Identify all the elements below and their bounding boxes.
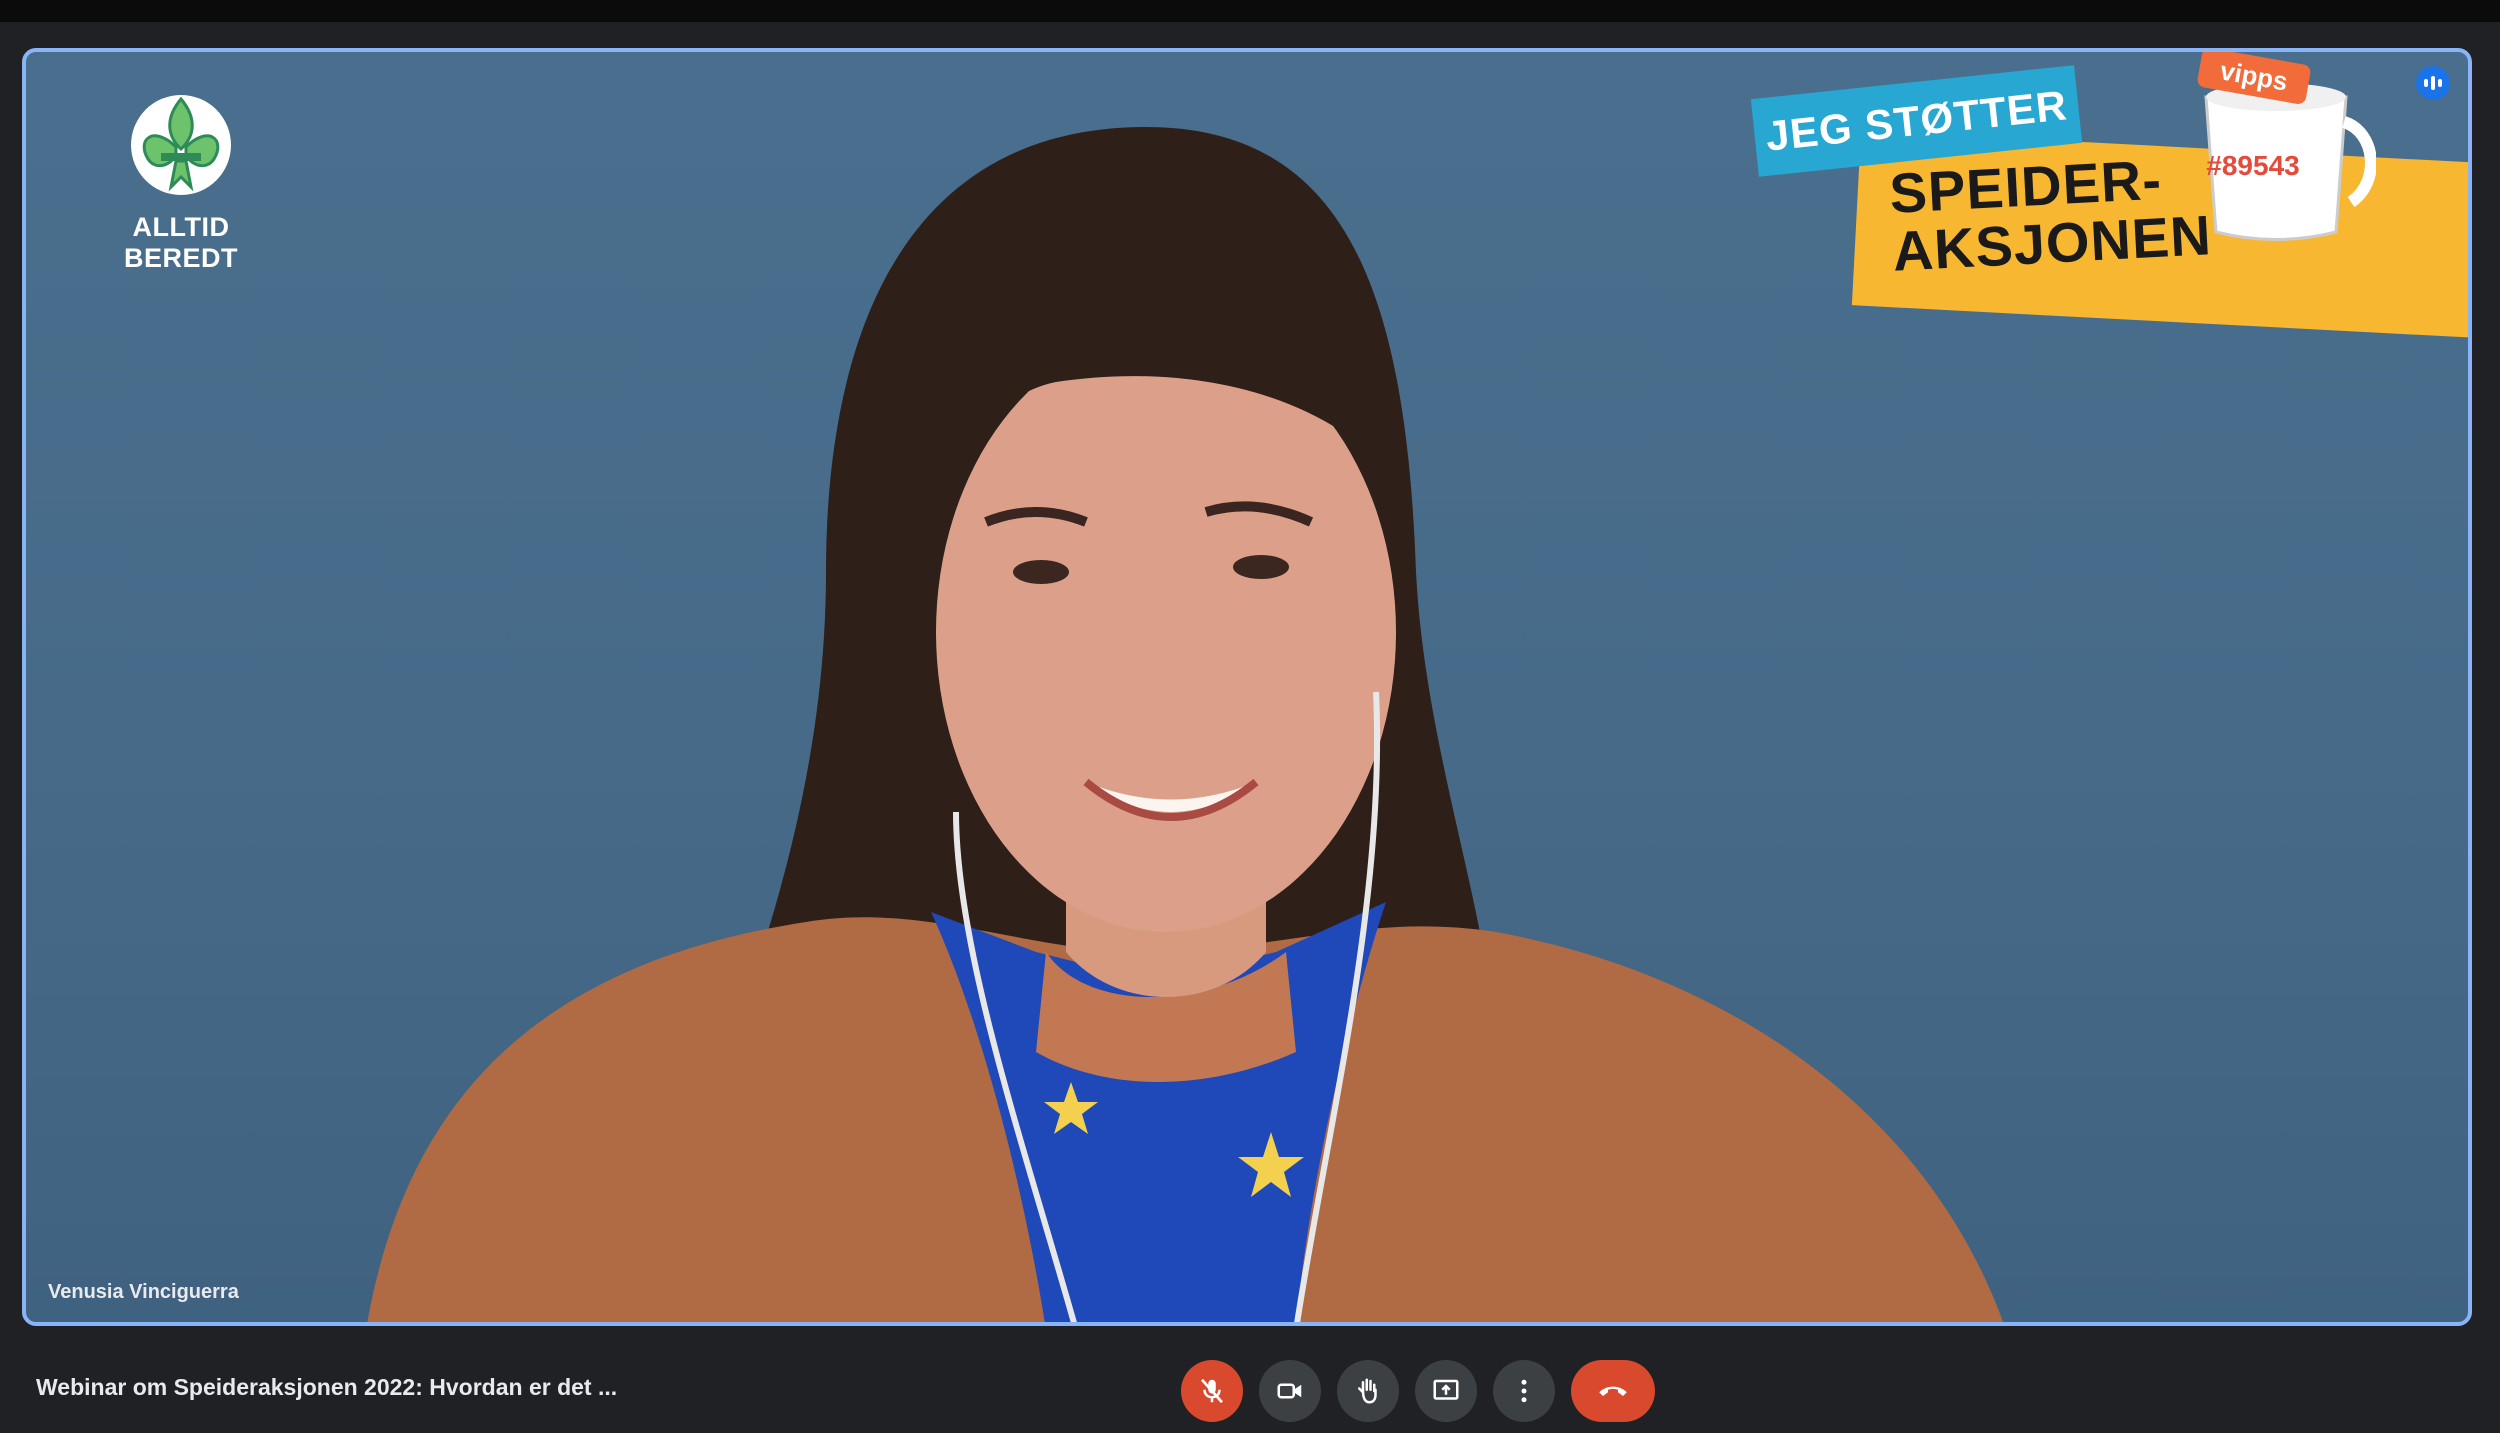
- speaking-indicator-icon: [2416, 66, 2450, 100]
- meeting-title: Webinar om Speideraksjonen 2022: Hvordan…: [36, 1374, 618, 1400]
- badge-title: SPEIDER- AKSJONEN: [1888, 148, 2213, 283]
- more-options-icon: [1521, 1379, 1527, 1403]
- camera-icon: [1277, 1383, 1302, 1399]
- logo-text: ALLTID BEREDT: [123, 212, 238, 273]
- participant-video-tile[interactable]: ALLTID BEREDT JEG STØTTER SPEIDER- AKSJO…: [22, 48, 2472, 1326]
- fleur-de-lis-icon: [131, 95, 231, 195]
- mic-off-icon: [1200, 1378, 1224, 1404]
- badge-code: #89543: [2206, 150, 2300, 181]
- present-screen-button[interactable]: [1415, 1360, 1477, 1422]
- top-bar: [0, 0, 2500, 22]
- campaign-badge: JEG STØTTER SPEIDER- AKSJONEN vipps #895…: [1716, 52, 2468, 352]
- raise-hand-icon: [1358, 1378, 1377, 1404]
- raise-hand-button[interactable]: [1337, 1360, 1399, 1422]
- end-call-button[interactable]: [1571, 1360, 1655, 1422]
- bottom-bar: Webinar om Speideraksjonen 2022: Hvordan…: [0, 1330, 2500, 1433]
- scout-logo: ALLTID BEREDT: [96, 87, 266, 274]
- present-screen-icon: [1433, 1379, 1459, 1400]
- call-controls: [1181, 1360, 1655, 1422]
- end-call-icon: [1599, 1386, 1627, 1396]
- participant-name: Venusia Vinciguerra: [48, 1281, 239, 1303]
- camera-toggle-button[interactable]: [1259, 1360, 1321, 1422]
- microphone-toggle-button[interactable]: [1181, 1360, 1243, 1422]
- more-options-button[interactable]: [1493, 1360, 1555, 1422]
